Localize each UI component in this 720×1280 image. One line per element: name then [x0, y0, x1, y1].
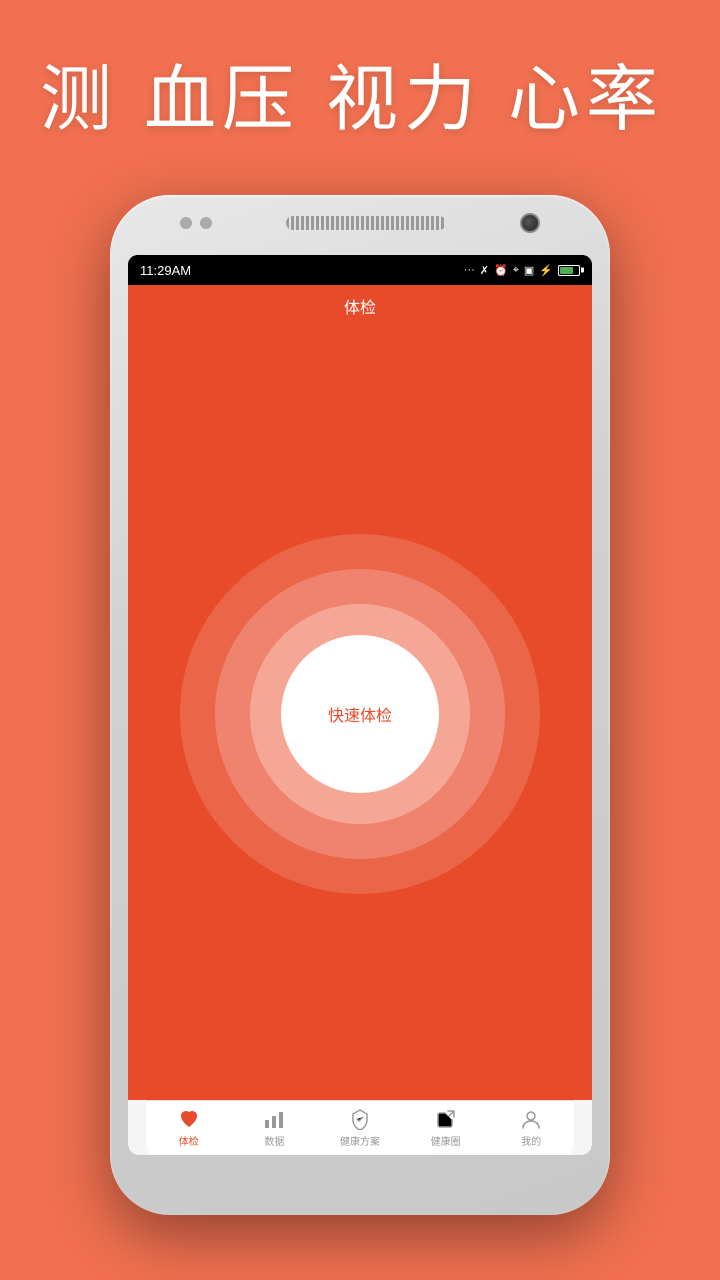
status-icons: ··· ✗ ⏰ ⌖ ▣ ⚡: [464, 264, 580, 277]
battery-fill: [560, 267, 573, 274]
tab-exam-icon: [178, 1108, 200, 1130]
bluetooth-icon: ✗: [480, 264, 489, 277]
tab-exam[interactable]: 体检: [146, 1108, 232, 1148]
tab-exam-label: 体检: [179, 1133, 199, 1148]
battery-icon: [558, 265, 580, 276]
status-bar: 11:29AM ··· ✗ ⏰ ⌖ ▣ ⚡: [128, 255, 592, 285]
phone-shell: 11:29AM ··· ✗ ⏰ ⌖ ▣ ⚡ 体检: [110, 195, 610, 1215]
tab-data-icon: [263, 1108, 285, 1130]
wifi-icon: ⌖: [513, 264, 519, 277]
x-icon: ▣: [524, 264, 534, 277]
tab-health-plan-icon: [349, 1108, 371, 1130]
app-main-content: 快速体检: [128, 327, 592, 1100]
quick-exam-button[interactable]: 快速体检: [281, 635, 439, 793]
phone-top: [180, 213, 540, 233]
status-dots: ···: [464, 264, 475, 276]
phone-dot-1: [180, 217, 192, 229]
app-navbar: 体检: [128, 285, 592, 327]
tab-data-label: 数据: [264, 1133, 284, 1148]
tab-health-plan-label: 健康方案: [340, 1133, 380, 1148]
tab-health-circle-icon: [435, 1108, 457, 1130]
phone-screen: 11:29AM ··· ✗ ⏰ ⌖ ▣ ⚡ 体检: [128, 255, 592, 1155]
tab-health-circle[interactable]: 健康圈: [403, 1108, 489, 1148]
tab-mine[interactable]: 我的: [488, 1108, 574, 1148]
bolt-icon: ⚡: [539, 264, 553, 277]
alarm-icon: ⏰: [494, 264, 508, 277]
phone-camera: [520, 213, 540, 233]
tab-health-circle-label: 健康圈: [431, 1133, 461, 1148]
page-headline: 测 血压 视力 心率: [40, 40, 680, 145]
phone-dot-2: [200, 217, 212, 229]
tab-mine-icon: [520, 1108, 542, 1130]
tab-bar: 体检 数据 健康方案: [146, 1100, 574, 1155]
tab-data[interactable]: 数据: [232, 1108, 318, 1148]
app-title: 体检: [344, 294, 376, 318]
tab-mine-label: 我的: [521, 1133, 541, 1148]
phone-mockup: 11:29AM ··· ✗ ⏰ ⌖ ▣ ⚡ 体检: [110, 195, 610, 1215]
phone-speaker: [286, 216, 446, 230]
phone-dots: [180, 217, 212, 229]
tab-health-plan[interactable]: 健康方案: [317, 1108, 403, 1148]
status-time: 11:29AM: [140, 263, 191, 278]
